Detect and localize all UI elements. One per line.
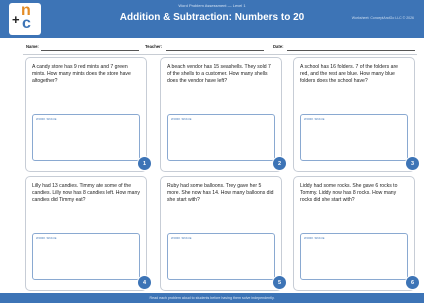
work-space-label: WORK SPACE <box>304 236 325 240</box>
problem-text: Lilly had 13 candies. Timmy ate some of … <box>32 183 140 204</box>
work-space-label: WORK SPACE <box>304 117 325 121</box>
problem-card: Liddy had some rocks. She gave 6 rocks t… <box>293 176 420 291</box>
name-label: Name: <box>26 44 39 49</box>
work-space-label: WORK SPACE <box>171 236 192 240</box>
date-line <box>287 50 415 51</box>
problem-card: Ruby had some balloons. Trey gave her 5 … <box>160 176 287 291</box>
teacher-label: Teacher: <box>145 44 163 49</box>
problem-number-badge: 3 <box>405 156 420 171</box>
problem-number-badge: 6 <box>405 275 420 290</box>
name-line <box>41 50 139 51</box>
work-space-box[interactable]: WORK SPACE <box>167 233 275 280</box>
header-subtitle: Word Problem Assessment — Level 1 <box>178 3 246 8</box>
problem-text: A candy store has 9 red mints and 7 gree… <box>32 64 131 85</box>
header-copyright: Worksheet: ConceptAndGo LLC © 2026 <box>351 16 414 20</box>
header-bar: + n c Word Problem Assessment — Level 1 … <box>0 0 424 38</box>
teacher-line <box>166 50 264 51</box>
work-space-label: WORK SPACE <box>36 236 57 240</box>
work-space-label: WORK SPACE <box>36 117 57 121</box>
problem-number-badge: 2 <box>272 156 287 171</box>
problem-text: A school has 16 folders. 7 of the folder… <box>300 64 398 85</box>
problem-card: A school has 16 folders. 7 of the folder… <box>293 57 420 172</box>
problem-number-badge: 1 <box>137 156 152 171</box>
problem-card: A candy store has 9 red mints and 7 gree… <box>25 57 152 172</box>
problem-text: A beach vendor has 15 seashells. They so… <box>167 64 271 85</box>
problem-number-badge: 4 <box>137 275 152 290</box>
header-divider <box>23 54 417 55</box>
date-label: Date: <box>273 44 284 49</box>
work-space-box[interactable]: WORK SPACE <box>32 233 140 280</box>
problem-text: Liddy had some rocks. She gave 6 rocks t… <box>300 183 398 204</box>
problem-number-badge: 5 <box>272 275 287 290</box>
work-space-box[interactable]: WORK SPACE <box>300 233 408 280</box>
problem-text: Ruby had some balloons. Trey gave her 5 … <box>167 183 274 204</box>
work-space-label: WORK SPACE <box>171 117 192 121</box>
work-space-box[interactable]: WORK SPACE <box>32 114 140 161</box>
problem-card: Lilly had 13 candies. Timmy ate some of … <box>25 176 152 291</box>
work-space-box[interactable]: WORK SPACE <box>300 114 408 161</box>
work-space-box[interactable]: WORK SPACE <box>167 114 275 161</box>
footer-bar: Read each problem aloud to students befo… <box>0 293 424 303</box>
problem-card: A beach vendor has 15 seashells. They so… <box>160 57 287 172</box>
